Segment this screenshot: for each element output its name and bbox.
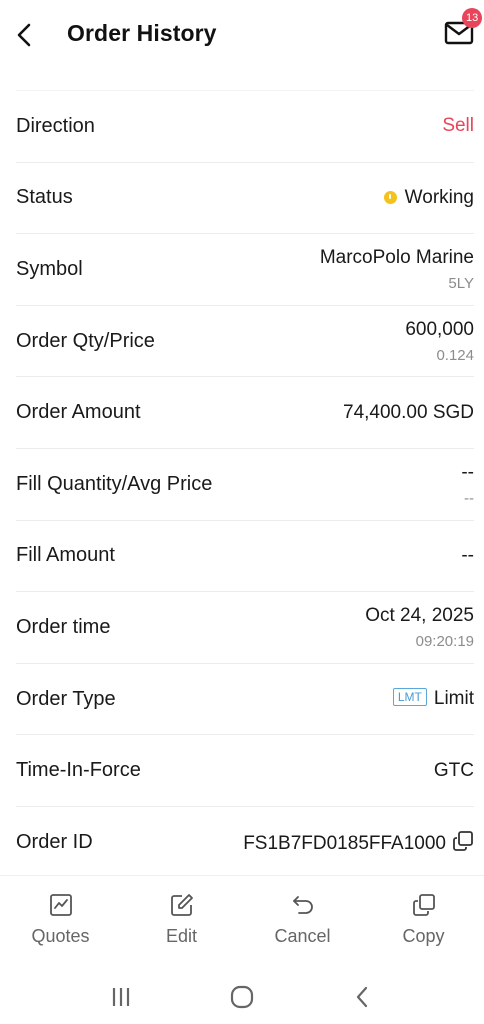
direction-value: Sell xyxy=(442,115,474,137)
back-icon xyxy=(357,986,368,1008)
edit-label: Edit xyxy=(165,926,198,946)
row-label: Fill Amount xyxy=(16,544,115,567)
back-arrow-icon xyxy=(17,23,31,47)
row-label: Order time xyxy=(16,615,111,638)
header: Order History 13 xyxy=(0,0,484,72)
order-type-value: Limit xyxy=(433,688,474,710)
row-label: Order ID xyxy=(16,830,93,853)
system-back-button[interactable] xyxy=(343,977,383,1017)
symbol-name: MarcoPolo Marine xyxy=(319,246,474,268)
row-value: -- xyxy=(461,545,474,567)
order-id-value: FS1B7FD0185FFA1000 xyxy=(243,832,446,854)
fill-qty: -- xyxy=(461,461,474,483)
undo-icon xyxy=(292,896,313,914)
row-value: FS1B7FD0185FFA1000 xyxy=(243,830,474,855)
row-value: LMT Limit xyxy=(392,688,474,710)
action-toolbar: Quotes Edit Cancel Copy xyxy=(0,875,484,963)
symbol-code: 5LY xyxy=(448,274,474,292)
row-order-type: Order Type LMT Limit xyxy=(16,662,474,735)
back-button[interactable] xyxy=(10,18,40,52)
copy-label: Copy xyxy=(402,926,445,946)
edit-icon xyxy=(170,894,193,916)
home-icon xyxy=(230,985,254,1009)
cancel-label: Cancel xyxy=(274,926,331,946)
copy-icon xyxy=(412,894,435,916)
chart-icon xyxy=(49,894,72,916)
status-value: Working xyxy=(404,186,474,208)
row-direction: Direction Sell xyxy=(16,90,474,162)
time-in-force-value: GTC xyxy=(433,759,474,781)
row-label: Status xyxy=(16,186,73,209)
row-order-time: Order time Oct 24, 2025 09:20:19 xyxy=(16,591,474,663)
row-label: Order Amount xyxy=(16,401,141,424)
row-label: Order Qty/Price xyxy=(16,329,155,352)
edit-button[interactable]: Edit xyxy=(121,876,242,963)
system-navigation-bar xyxy=(0,970,484,1024)
order-details: Direction Sell Status Working Symbol Mar… xyxy=(0,90,484,878)
quotes-button[interactable]: Quotes xyxy=(0,876,121,963)
row-value: MarcoPolo Marine 5LY xyxy=(320,247,474,292)
row-value: Oct 24, 2025 09:20:19 xyxy=(365,605,474,650)
cancel-button[interactable]: Cancel xyxy=(242,876,363,963)
row-order-id: Order ID FS1B7FD0185FFA1000 xyxy=(16,805,474,878)
notification-badge: 13 xyxy=(462,8,483,28)
copy-order-id-icon[interactable] xyxy=(452,830,474,852)
page-title: Order History xyxy=(67,20,217,46)
quotes-label: Quotes xyxy=(31,926,90,946)
row-label: Order Type xyxy=(16,687,116,710)
row-value: 74,400.00 SGD xyxy=(343,402,474,424)
row-status: Status Working xyxy=(16,161,474,234)
row-label: Direction xyxy=(16,114,95,137)
row-value: Sell xyxy=(442,115,474,137)
recents-icon xyxy=(112,988,129,1006)
row-label: Time-In-Force xyxy=(16,759,141,782)
row-time-in-force: Time-In-Force GTC xyxy=(16,734,474,806)
row-order-qty-price: Order Qty/Price 600,000 0.124 xyxy=(16,304,474,377)
row-label: Symbol xyxy=(16,257,83,280)
recents-button[interactable] xyxy=(101,977,141,1017)
order-date: Oct 24, 2025 xyxy=(365,604,474,626)
row-fill-amount: Fill Amount -- xyxy=(16,519,474,592)
home-button[interactable] xyxy=(222,977,262,1017)
order-time: 09:20:19 xyxy=(415,632,474,650)
row-value: -- -- xyxy=(461,462,474,507)
row-value: Working xyxy=(383,186,474,209)
order-qty: 600,000 xyxy=(405,318,474,340)
clock-icon xyxy=(383,190,397,204)
order-price: 0.124 xyxy=(436,346,474,364)
row-symbol: Symbol MarcoPolo Marine 5LY xyxy=(16,233,474,305)
row-fill-qty-price: Fill Quantity/Avg Price -- -- xyxy=(16,447,474,520)
row-order-amount: Order Amount 74,400.00 SGD xyxy=(16,376,474,448)
row-value: 600,000 0.124 xyxy=(405,319,474,364)
row-value: GTC xyxy=(434,760,474,782)
row-label: Fill Quantity/Avg Price xyxy=(16,472,213,495)
order-amount: 74,400.00 SGD xyxy=(343,401,474,423)
fill-avg-price: -- xyxy=(464,489,474,507)
copy-button[interactable]: Copy xyxy=(363,876,484,963)
fill-amount: -- xyxy=(461,544,474,566)
order-type-tag: LMT xyxy=(392,688,427,707)
